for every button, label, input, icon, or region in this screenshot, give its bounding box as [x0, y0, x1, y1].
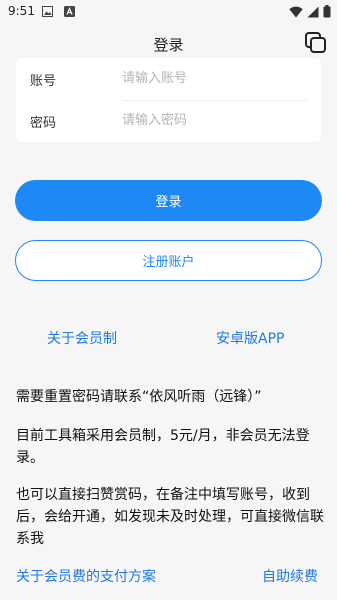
account-input[interactable] — [122, 64, 308, 92]
membership-about-link[interactable]: 关于会员制 — [47, 328, 117, 348]
tip-notice: 也可以直接扫赞赏码，在备注中填写账号，收到后，会给开通，如发现未及时处理，可直接… — [16, 487, 324, 547]
payment-plan-link[interactable]: 关于会员费的支付方案 — [16, 566, 156, 586]
membership-notice: 目前工具箱采用会员制，5元/月，非会员无法登录。 — [16, 428, 310, 466]
self-renew-link[interactable]: 自助续费 — [262, 566, 318, 586]
android-app-link[interactable]: 安卓版APP — [216, 328, 284, 348]
register-button[interactable]: 注册账户 — [15, 240, 322, 281]
copy-icon[interactable] — [303, 30, 329, 56]
battery-icon — [323, 5, 331, 18]
password-label: 密码 — [30, 116, 57, 131]
password-row: 密码 — [16, 100, 321, 142]
app-notification-icon — [64, 6, 75, 17]
account-row: 账号 — [16, 58, 321, 101]
password-input[interactable] — [122, 106, 308, 134]
image-notification-icon — [42, 6, 53, 17]
status-time: 9:51 — [8, 4, 35, 18]
page-title: 登录 — [153, 36, 184, 54]
login-button[interactable]: 登录 — [15, 180, 322, 221]
signal-icon — [307, 6, 319, 17]
status-indicators — [289, 5, 331, 18]
reset-password-notice: 需要重置密码请联系“依风听雨（远锋）” — [16, 389, 262, 405]
wifi-icon — [289, 6, 303, 17]
status-bar: 9:51 — [0, 0, 337, 24]
login-form: 账号 密码 — [16, 58, 321, 142]
account-label: 账号 — [30, 74, 57, 89]
